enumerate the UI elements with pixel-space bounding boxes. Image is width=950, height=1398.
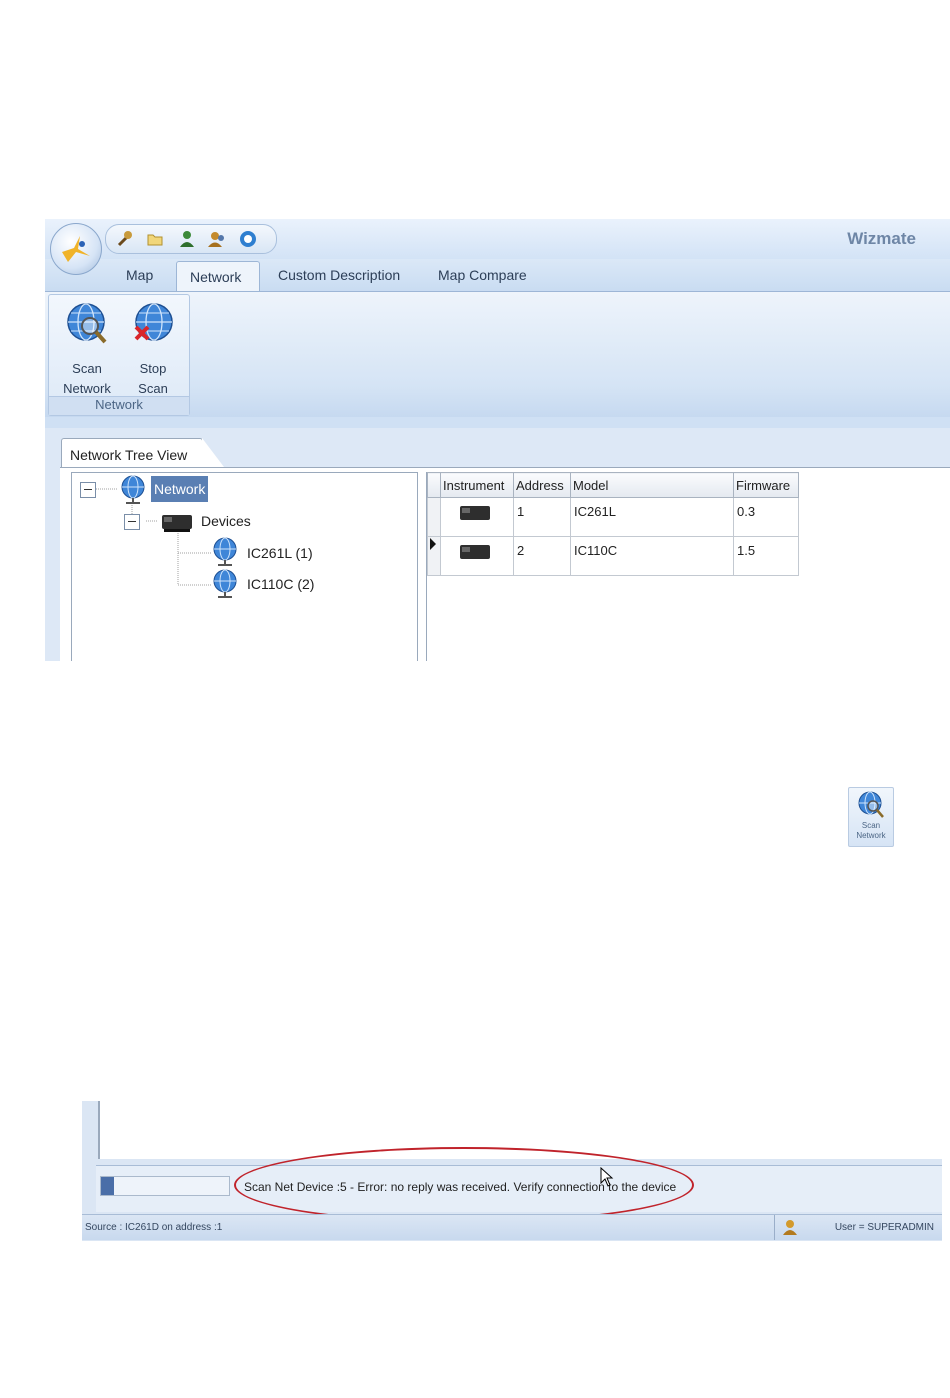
title-bar: Wizmate bbox=[45, 219, 950, 259]
column-header-model[interactable]: Model bbox=[570, 472, 734, 498]
scan-progress-fill bbox=[101, 1177, 114, 1195]
ribbon-group-label: Network bbox=[49, 396, 189, 415]
ribbon-panel: Scan Network Stop Scan Network bbox=[45, 291, 950, 417]
document-panel: Network Devices IC261L (1) IC110C (2) In… bbox=[60, 467, 950, 661]
row-header-corner bbox=[427, 472, 441, 498]
user-lock-icon bbox=[783, 1220, 797, 1235]
scan-label-line1: Scan bbox=[72, 361, 102, 376]
scan-network-button[interactable]: Scan Network bbox=[59, 301, 115, 396]
app-logo-icon bbox=[62, 236, 90, 262]
mouse-cursor-icon bbox=[600, 1167, 614, 1187]
tree-node-device-1[interactable]: IC261L (1) bbox=[247, 545, 313, 561]
tab-custom-description[interactable]: Custom Description bbox=[278, 267, 400, 283]
application-menu-button[interactable] bbox=[50, 223, 102, 275]
table-row[interactable]: 2 IC110C 1.5 bbox=[427, 536, 799, 576]
model-cell: IC261L bbox=[570, 497, 734, 537]
table-header-row: Instrument Address Model Firmware bbox=[427, 472, 799, 498]
tab-network[interactable]: Network bbox=[176, 261, 260, 293]
mini-scan-line1: Scan bbox=[861, 821, 881, 830]
instrument-icon bbox=[460, 545, 490, 559]
document-area: Network Tree View Network Devices IC261L… bbox=[45, 428, 950, 661]
tab-network-label: Network bbox=[190, 269, 242, 285]
table-row[interactable]: 1 IC261L 0.3 bbox=[427, 497, 799, 537]
column-header-instrument[interactable]: Instrument bbox=[440, 472, 514, 498]
instrument-icon bbox=[460, 506, 490, 520]
tab-map-compare[interactable]: Map Compare bbox=[438, 267, 527, 283]
stop-label-line1: Stop bbox=[139, 361, 167, 376]
mini-scan-line2: Network bbox=[856, 831, 886, 840]
column-header-firmware[interactable]: Firmware bbox=[733, 472, 799, 498]
tools-icon[interactable] bbox=[116, 230, 134, 248]
column-header-address[interactable]: Address bbox=[513, 472, 571, 498]
tree-node-device-2[interactable]: IC110C (2) bbox=[247, 576, 314, 592]
tree-node-devices[interactable]: Devices bbox=[201, 513, 251, 529]
tab-network-tree-view[interactable]: Network Tree View bbox=[61, 438, 224, 467]
stop-globe-icon bbox=[134, 303, 173, 341]
firmware-cell: 0.3 bbox=[733, 497, 799, 537]
device-globe-icon bbox=[213, 569, 237, 598]
open-folder-icon[interactable] bbox=[146, 230, 164, 248]
scan-progress-bar bbox=[100, 1176, 230, 1196]
quick-access-toolbar bbox=[105, 224, 277, 254]
tab-map[interactable]: Map bbox=[126, 267, 153, 283]
user-status: User = SUPERADMIN bbox=[834, 1222, 934, 1233]
ribbon-group-network: Scan Network Stop Scan Network bbox=[48, 294, 190, 416]
instrument-cell bbox=[440, 497, 514, 537]
network-globe-icon bbox=[121, 475, 145, 504]
source-status: Source : IC261D on address :1 bbox=[85, 1222, 223, 1233]
stop-scan-button[interactable]: Stop Scan bbox=[125, 301, 181, 396]
users-icon[interactable] bbox=[208, 230, 226, 248]
info-icon[interactable] bbox=[239, 230, 257, 248]
footer-status-bar: Source : IC261D on address :1 User = SUP… bbox=[82, 1214, 942, 1240]
address-cell: 1 bbox=[513, 497, 571, 537]
row-selector[interactable] bbox=[427, 497, 441, 537]
left-pane-bottom bbox=[98, 1101, 356, 1159]
scan-globe-icon bbox=[67, 303, 107, 344]
instrument-cell bbox=[440, 536, 514, 576]
current-row-arrow-icon bbox=[430, 538, 436, 550]
application-window: Wizmate Map Network Custom Description M… bbox=[45, 219, 950, 661]
address-cell: 2 bbox=[513, 536, 571, 576]
scan-globe-icon bbox=[858, 791, 884, 818]
tree-expander-network[interactable] bbox=[80, 482, 96, 498]
device-table: Instrument Address Model Firmware 1 IC26… bbox=[427, 472, 799, 576]
ribbon-tabs: Map Network Custom Description Map Compa… bbox=[45, 259, 950, 293]
tree-node-network[interactable]: Network bbox=[151, 476, 209, 502]
app-title: Wizmate bbox=[847, 229, 916, 248]
status-area: Scan Net Device :5 - Error: no reply was… bbox=[82, 1101, 942, 1241]
device-grid: Instrument Address Model Firmware 1 IC26… bbox=[426, 472, 950, 661]
footer-separator bbox=[774, 1215, 775, 1240]
row-selector-current[interactable] bbox=[427, 536, 441, 576]
user-icon[interactable] bbox=[178, 230, 196, 248]
scan-network-button-small[interactable]: Scan Network bbox=[848, 787, 894, 847]
device-globe-icon bbox=[213, 537, 237, 566]
firmware-cell: 1.5 bbox=[733, 536, 799, 576]
tree-expander-devices[interactable] bbox=[124, 514, 140, 530]
model-cell: IC110C bbox=[570, 536, 734, 576]
highlight-ellipse bbox=[234, 1147, 694, 1223]
network-tree: Network Devices IC261L (1) IC110C (2) bbox=[71, 472, 418, 661]
devices-instrument-icon bbox=[162, 515, 192, 532]
document-tab-label: Network Tree View bbox=[70, 447, 188, 463]
